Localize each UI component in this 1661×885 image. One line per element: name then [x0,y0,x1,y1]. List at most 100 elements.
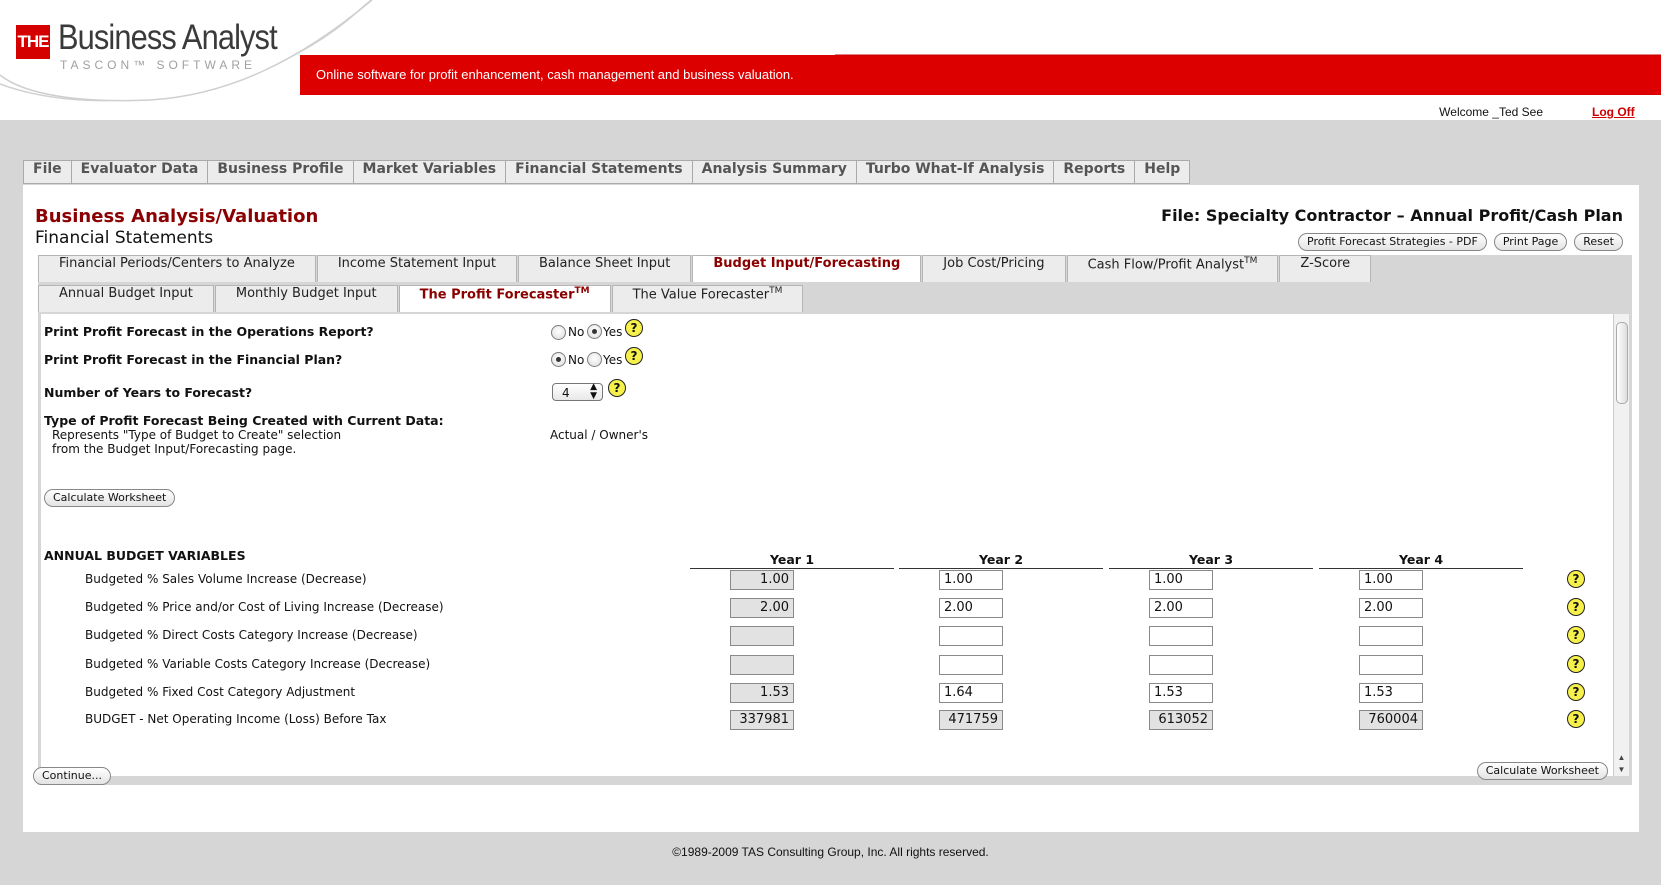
tab-label: Financial Periods/Centers to Analyze [59,256,295,271]
menu-turbo-what-if[interactable]: Turbo What-If Analysis [856,160,1055,184]
scrollbar-thumb[interactable] [1616,322,1628,404]
tab-cash-flow[interactable]: Cash Flow/Profit AnalystTM [1066,255,1279,282]
q1-no-label: No [568,325,585,339]
cell-sales-volume-y4[interactable]: 1.00 [1359,570,1423,590]
row-label-direct-costs: Budgeted % Direct Costs Category Increas… [85,628,418,642]
tab-label: Cash Flow/Profit Analyst [1087,257,1245,273]
help-icon[interactable]: ? [625,347,643,365]
q2-radio-no[interactable] [551,352,566,367]
years-select-value: 4 [562,386,570,400]
cell-variable-costs-y4[interactable] [1359,655,1423,675]
select-arrows-icon: ▲ ▼ [590,382,597,401]
cell-variable-costs-y1 [730,655,794,675]
help-icon[interactable]: ? [1567,570,1585,588]
cell-noi-y3: 613052 [1149,710,1213,730]
page-actions: Profit Forecast Strategies - PDF Print P… [1298,233,1623,251]
menu-evaluator-data[interactable]: Evaluator Data [71,160,209,184]
cell-noi-y1: 337981 [730,710,794,730]
cell-price-y4[interactable]: 2.00 [1359,598,1423,618]
row-label-price-cost-of-living: Budgeted % Price and/or Cost of Living I… [85,600,444,614]
menu-market-variables[interactable]: Market Variables [353,160,507,184]
menu-reports[interactable]: Reports [1054,160,1136,184]
menu-business-profile[interactable]: Business Profile [208,160,354,184]
tab-job-cost[interactable]: Job Cost/Pricing [922,255,1066,282]
primary-tabs: Financial Periods/Centers to Analyze Inc… [38,255,1372,282]
calculate-worksheet-bottom-button[interactable]: Calculate Worksheet [1476,762,1608,780]
row-label-fixed-cost: Budgeted % Fixed Cost Category Adjustmen… [85,685,356,699]
menu-file[interactable]: File [23,160,72,184]
cell-fixed-cost-y3[interactable]: 1.53 [1149,683,1213,703]
tab-balance-sheet[interactable]: Balance Sheet Input [518,255,692,282]
cell-fixed-cost-y2[interactable]: 1.64 [939,683,1003,703]
tab-value-forecaster[interactable]: The Value ForecasterTM [611,285,804,312]
page-title: Business Analysis/Valuation [35,206,319,227]
page-subtitle: Financial Statements [35,228,214,248]
years-select[interactable]: 4 ▲ ▼ [552,383,603,401]
row-label-sales-volume: Budgeted % Sales Volume Increase (Decrea… [85,572,367,586]
logo-wordmark: Business Analyst [58,18,278,57]
help-icon[interactable]: ? [1567,598,1585,616]
col-header-year-3: Year 3 [1109,552,1313,569]
cell-sales-volume-y3[interactable]: 1.00 [1149,570,1213,590]
help-icon[interactable]: ? [1567,683,1585,701]
tab-monthly-budget[interactable]: Monthly Budget Input [214,285,398,312]
cell-noi-y2: 471759 [939,710,1003,730]
tab-label: Job Cost/Pricing [943,256,1045,271]
secondary-tabs: Annual Budget Input Monthly Budget Input… [38,285,804,312]
cell-sales-volume-y1: 1.00 [730,570,794,590]
tab-label: Annual Budget Input [59,286,193,301]
cell-sales-volume-y2[interactable]: 1.00 [939,570,1003,590]
tab-financial-periods[interactable]: Financial Periods/Centers to Analyze [38,255,316,282]
scroll-down-icon[interactable]: ▼ [1614,765,1629,774]
menu-analysis-summary[interactable]: Analysis Summary [692,160,857,184]
cell-fixed-cost-y1: 1.53 [730,683,794,703]
q2-yes-label: Yes [603,353,623,367]
tab-annual-budget[interactable]: Annual Budget Input [38,285,214,312]
help-icon[interactable]: ? [1567,655,1585,673]
tab-profit-forecaster[interactable]: The Profit ForecasterTM [398,285,611,312]
scroll-up-icon[interactable]: ▲ [1614,753,1629,762]
vertical-scrollbar[interactable]: ▲ ▼ [1613,314,1629,776]
trademark: TM [769,286,783,296]
help-icon[interactable]: ? [1567,710,1585,728]
q1-radio-no[interactable] [551,325,566,340]
cell-variable-costs-y2[interactable] [939,655,1003,675]
tab-label: Monthly Budget Input [235,286,377,301]
calculate-worksheet-button[interactable]: Calculate Worksheet [44,489,176,507]
logoff-link[interactable]: Log Off [1592,105,1635,119]
cell-direct-costs-y4[interactable] [1359,626,1423,646]
forecaster-content: Print Profit Forecast in the Operations … [41,314,1629,776]
tab-income-statement[interactable]: Income Statement Input [316,255,517,282]
row-label-net-operating-income: BUDGET - Net Operating Income (Loss) Bef… [85,712,387,726]
tab-z-score[interactable]: Z-Score [1279,255,1372,282]
q1-radio-yes[interactable] [587,324,602,339]
cell-price-y2[interactable]: 2.00 [939,598,1003,618]
question-operations-report: Print Profit Forecast in the Operations … [44,324,374,339]
cell-variable-costs-y3[interactable] [1149,655,1213,675]
q2-radio-yes[interactable] [587,352,602,367]
cell-price-y3[interactable]: 2.00 [1149,598,1213,618]
col-header-year-4: Year 4 [1319,552,1523,569]
cell-noi-y4: 760004 [1359,710,1423,730]
tab-label: Income Statement Input [337,256,496,271]
cell-direct-costs-y3[interactable] [1149,626,1213,646]
help-icon[interactable]: ? [1567,626,1585,644]
tab-label: The Profit Forecaster [419,287,575,303]
app-header: THE Business Analyst TASCON™ SOFTWARE On… [0,0,1661,120]
menu-financial-statements[interactable]: Financial Statements [506,160,693,184]
forecast-type-note-2: from the Budget Input/Forecasting page. [52,442,297,456]
help-icon[interactable]: ? [608,379,626,397]
continue-button[interactable]: Continue... [33,767,111,785]
profit-forecast-pdf-button[interactable]: Profit Forecast Strategies - PDF [1298,233,1487,251]
cell-direct-costs-y2[interactable] [939,626,1003,646]
tab-budget-input[interactable]: Budget Input/Forecasting [692,255,922,282]
help-icon[interactable]: ? [625,319,643,337]
menu-help[interactable]: Help [1135,160,1191,184]
cell-direct-costs-y1 [730,626,794,646]
question-years: Number of Years to Forecast? [44,385,253,400]
print-page-button[interactable]: Print Page [1493,233,1568,251]
cell-fixed-cost-y4[interactable]: 1.53 [1359,683,1423,703]
trademark: TM [574,286,590,296]
reset-button[interactable]: Reset [1574,233,1623,251]
tab-label: The Value Forecaster [632,287,770,303]
